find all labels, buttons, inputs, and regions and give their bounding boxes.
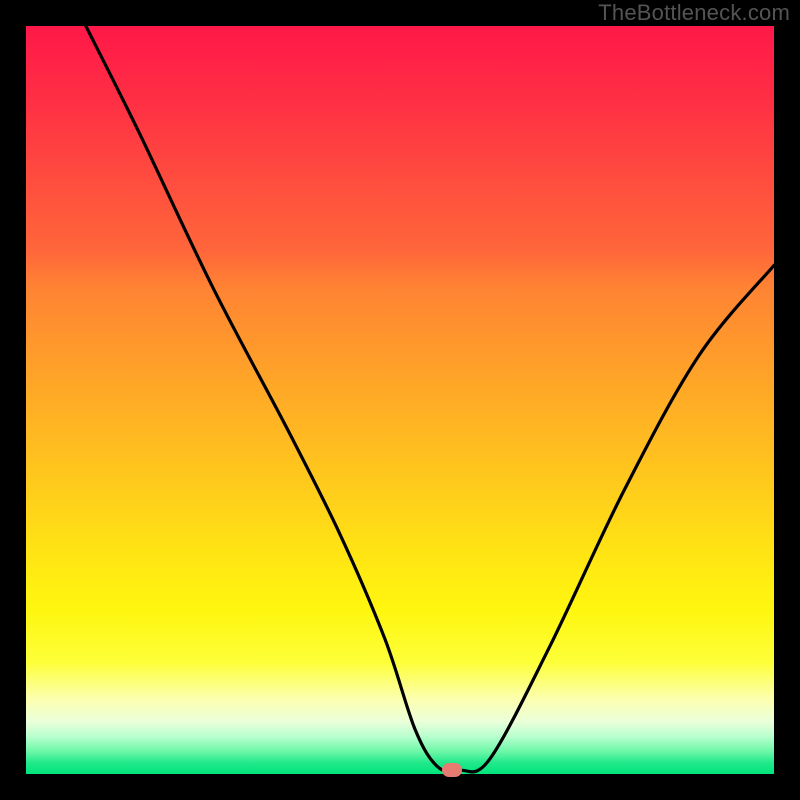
plot-area [26, 26, 774, 774]
bottleneck-curve [26, 26, 774, 774]
minimum-marker [442, 763, 462, 777]
chart-frame: TheBottleneck.com [0, 0, 800, 800]
watermark-text: TheBottleneck.com [598, 0, 790, 26]
